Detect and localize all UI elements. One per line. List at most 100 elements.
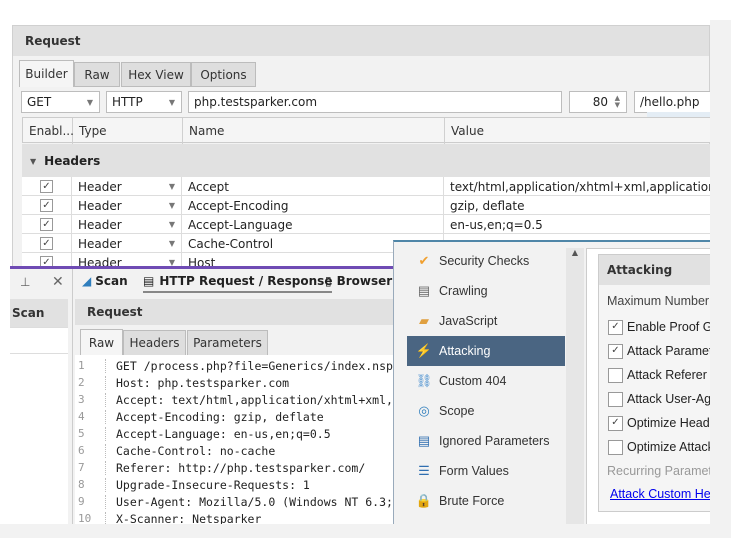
line-number: 8 [78,478,85,491]
host-input[interactable]: php.testsparker.com [188,91,562,113]
option-checkbox-row[interactable]: Optimize Attack [608,435,714,459]
enabled-checkbox[interactable]: ✓ [40,237,53,250]
line-text: Referer: http://php.testsparker.com/ [105,460,365,475]
name-cell[interactable]: Accept [182,177,444,196]
value-cell[interactable]: text/html,application/xhtml+xml,applicat… [444,177,710,196]
item-label: Crawling [439,284,488,298]
tab-hex-view[interactable]: Hex View [121,62,191,87]
tab-scan[interactable]: ◢ Scan [82,274,128,288]
settings-item-crawling[interactable]: ▤ Crawling [407,276,565,306]
enabled-checkbox[interactable]: ✓ [40,180,53,193]
pin-icon[interactable]: ⊥ [20,275,30,289]
type-cell[interactable]: Header ▼ [72,215,182,234]
item-label: Form Values [439,464,509,478]
col-name[interactable]: Name [183,118,445,144]
line-number: 6 [78,444,85,457]
checkbox[interactable] [608,439,623,455]
item-label: Custom 404 [439,374,507,388]
js-file-icon: ▰ [419,313,429,328]
settings-item-ignored-parameters[interactable]: ▤ Ignored Parameters [407,426,565,456]
chevron-down-icon: ▼ [168,182,175,191]
type-cell[interactable]: Header ▼ [72,177,182,196]
item-label: Ignored Parameters [439,434,550,448]
method-value: GET [27,95,52,109]
list-remove-icon: ▤ [417,433,431,448]
tab-http-request-response[interactable]: ▤ HTTP Request / Response [143,274,333,293]
tab-parameters[interactable]: Parameters [187,330,268,356]
scrollbar[interactable]: ▲ [566,248,584,526]
type-cell[interactable]: Header ▼ [72,234,182,253]
line-number: 1 [78,359,85,372]
code-line: 5 Accept-Language: en-us,en;q=0.5 [75,425,331,442]
checkbox[interactable]: ✓ [608,343,623,359]
attack-custom-headers-link[interactable]: Attack Custom Hea [610,487,718,501]
checkbox[interactable] [608,391,623,407]
broken-link-icon: ⛓ [415,373,433,388]
chevron-down-icon: ▼ [168,220,175,229]
line-text: Accept-Encoding: gzip, deflate [105,409,324,424]
tab-builder[interactable]: Builder [19,60,74,87]
settings-item-scope[interactable]: ◎ Scope [407,396,565,426]
chevron-down-icon: ▼ [30,156,37,166]
table-header: Enabl... Type Name Value [22,117,711,144]
line-text: Host: php.testsparker.com [105,375,289,390]
code-line: 7 Referer: http://php.testsparker.com/ [75,459,365,476]
value-cell[interactable]: en-us,en;q=0.5 [444,215,710,234]
option-checkbox-row[interactable]: Attack User-Age [608,387,718,411]
col-enabled[interactable]: Enabl... [23,118,74,144]
settings-item-security-checks[interactable]: ✔ Security Checks [407,246,565,276]
protocol-select[interactable]: HTTP ▼ [106,91,182,113]
request-panel-title: Request [75,299,395,325]
line-number: 5 [78,427,85,440]
settings-item-form-values[interactable]: ☰ Form Values [407,456,565,486]
settings-item-custom-404[interactable]: ⛓ Custom 404 [407,366,565,396]
checkbox[interactable]: ✓ [608,415,623,431]
chevron-down-icon: ▼ [168,97,175,107]
enabled-checkbox[interactable]: ✓ [40,199,53,212]
enabled-checkbox[interactable]: ✓ [40,218,53,231]
spinner-icon[interactable]: ▲ ▼ [615,95,620,109]
option-checkbox-row[interactable]: Attack Referer H [608,363,719,387]
code-line: 3 Accept: text/html,application/xhtml+xml… [75,391,393,408]
tab-raw[interactable]: Raw [80,329,123,356]
option-checkbox-row[interactable]: ✓ Optimize Heade [608,411,717,435]
close-icon[interactable]: ✕ [52,274,64,290]
code-line: 1 GET /process.php?file=Generics/index.ns… [75,357,393,374]
path-input[interactable]: /hello.php [634,91,711,113]
option-checkbox-row[interactable]: ✓ Enable Proof Ge [608,315,719,339]
tab-raw[interactable]: Raw [74,62,120,87]
tab-options[interactable]: Options [191,62,256,87]
checkbox[interactable]: ✓ [608,319,623,335]
tab-headers[interactable]: Headers [123,330,186,356]
settings-item-attacking[interactable]: ⚡ Attacking [407,336,565,366]
port-stepper[interactable]: 80 ▲ ▼ [569,91,627,113]
method-select[interactable]: GET ▼ [21,91,100,113]
chevron-down-icon: ▼ [86,97,93,107]
type-value: Header [78,236,122,251]
item-label: Brute Force [439,494,505,508]
table-row[interactable]: ✓ Header ▼ Accept-Language en-us,en;q=0.5 [22,215,710,234]
type-value: Header [78,198,122,213]
type-value: Header [78,217,122,232]
value-cell[interactable]: gzip, deflate [444,196,710,215]
target-icon: ◎ [418,403,430,418]
col-value[interactable]: Value [445,118,711,144]
scroll-up-icon[interactable]: ▲ [566,248,584,257]
tab-label: Browser [336,274,393,288]
name-cell[interactable]: Accept-Encoding [182,196,444,215]
settings-item-brute-force[interactable]: 🔒 Brute Force [407,486,565,516]
name-cell[interactable]: Accept-Language [182,215,444,234]
option-checkbox-row[interactable]: ✓ Attack Paramete [608,339,719,363]
type-cell[interactable]: Header ▼ [72,196,182,215]
tab-browser[interactable]: ▯ Browser [325,274,392,288]
settings-item-javascript[interactable]: ▰ JavaScript [407,306,565,336]
raw-request-editor[interactable]: 1 GET /process.php?file=Generics/index.ns… [75,355,395,526]
line-text: GET /process.php?file=Generics/index.nsp [105,358,393,373]
table-row[interactable]: ✓ Header ▼ Accept-Encoding gzip, deflate [22,196,710,215]
table-row[interactable]: ✓ Header ▼ Accept text/html,application/x… [22,177,710,196]
chevron-down-icon: ▼ [168,201,175,210]
checkbox[interactable] [608,367,623,383]
col-type[interactable]: Type [73,118,183,144]
group-row-headers[interactable]: ▼ Headers [22,144,711,178]
line-text: Accept: text/html,application/xhtml+xml, [105,392,393,407]
